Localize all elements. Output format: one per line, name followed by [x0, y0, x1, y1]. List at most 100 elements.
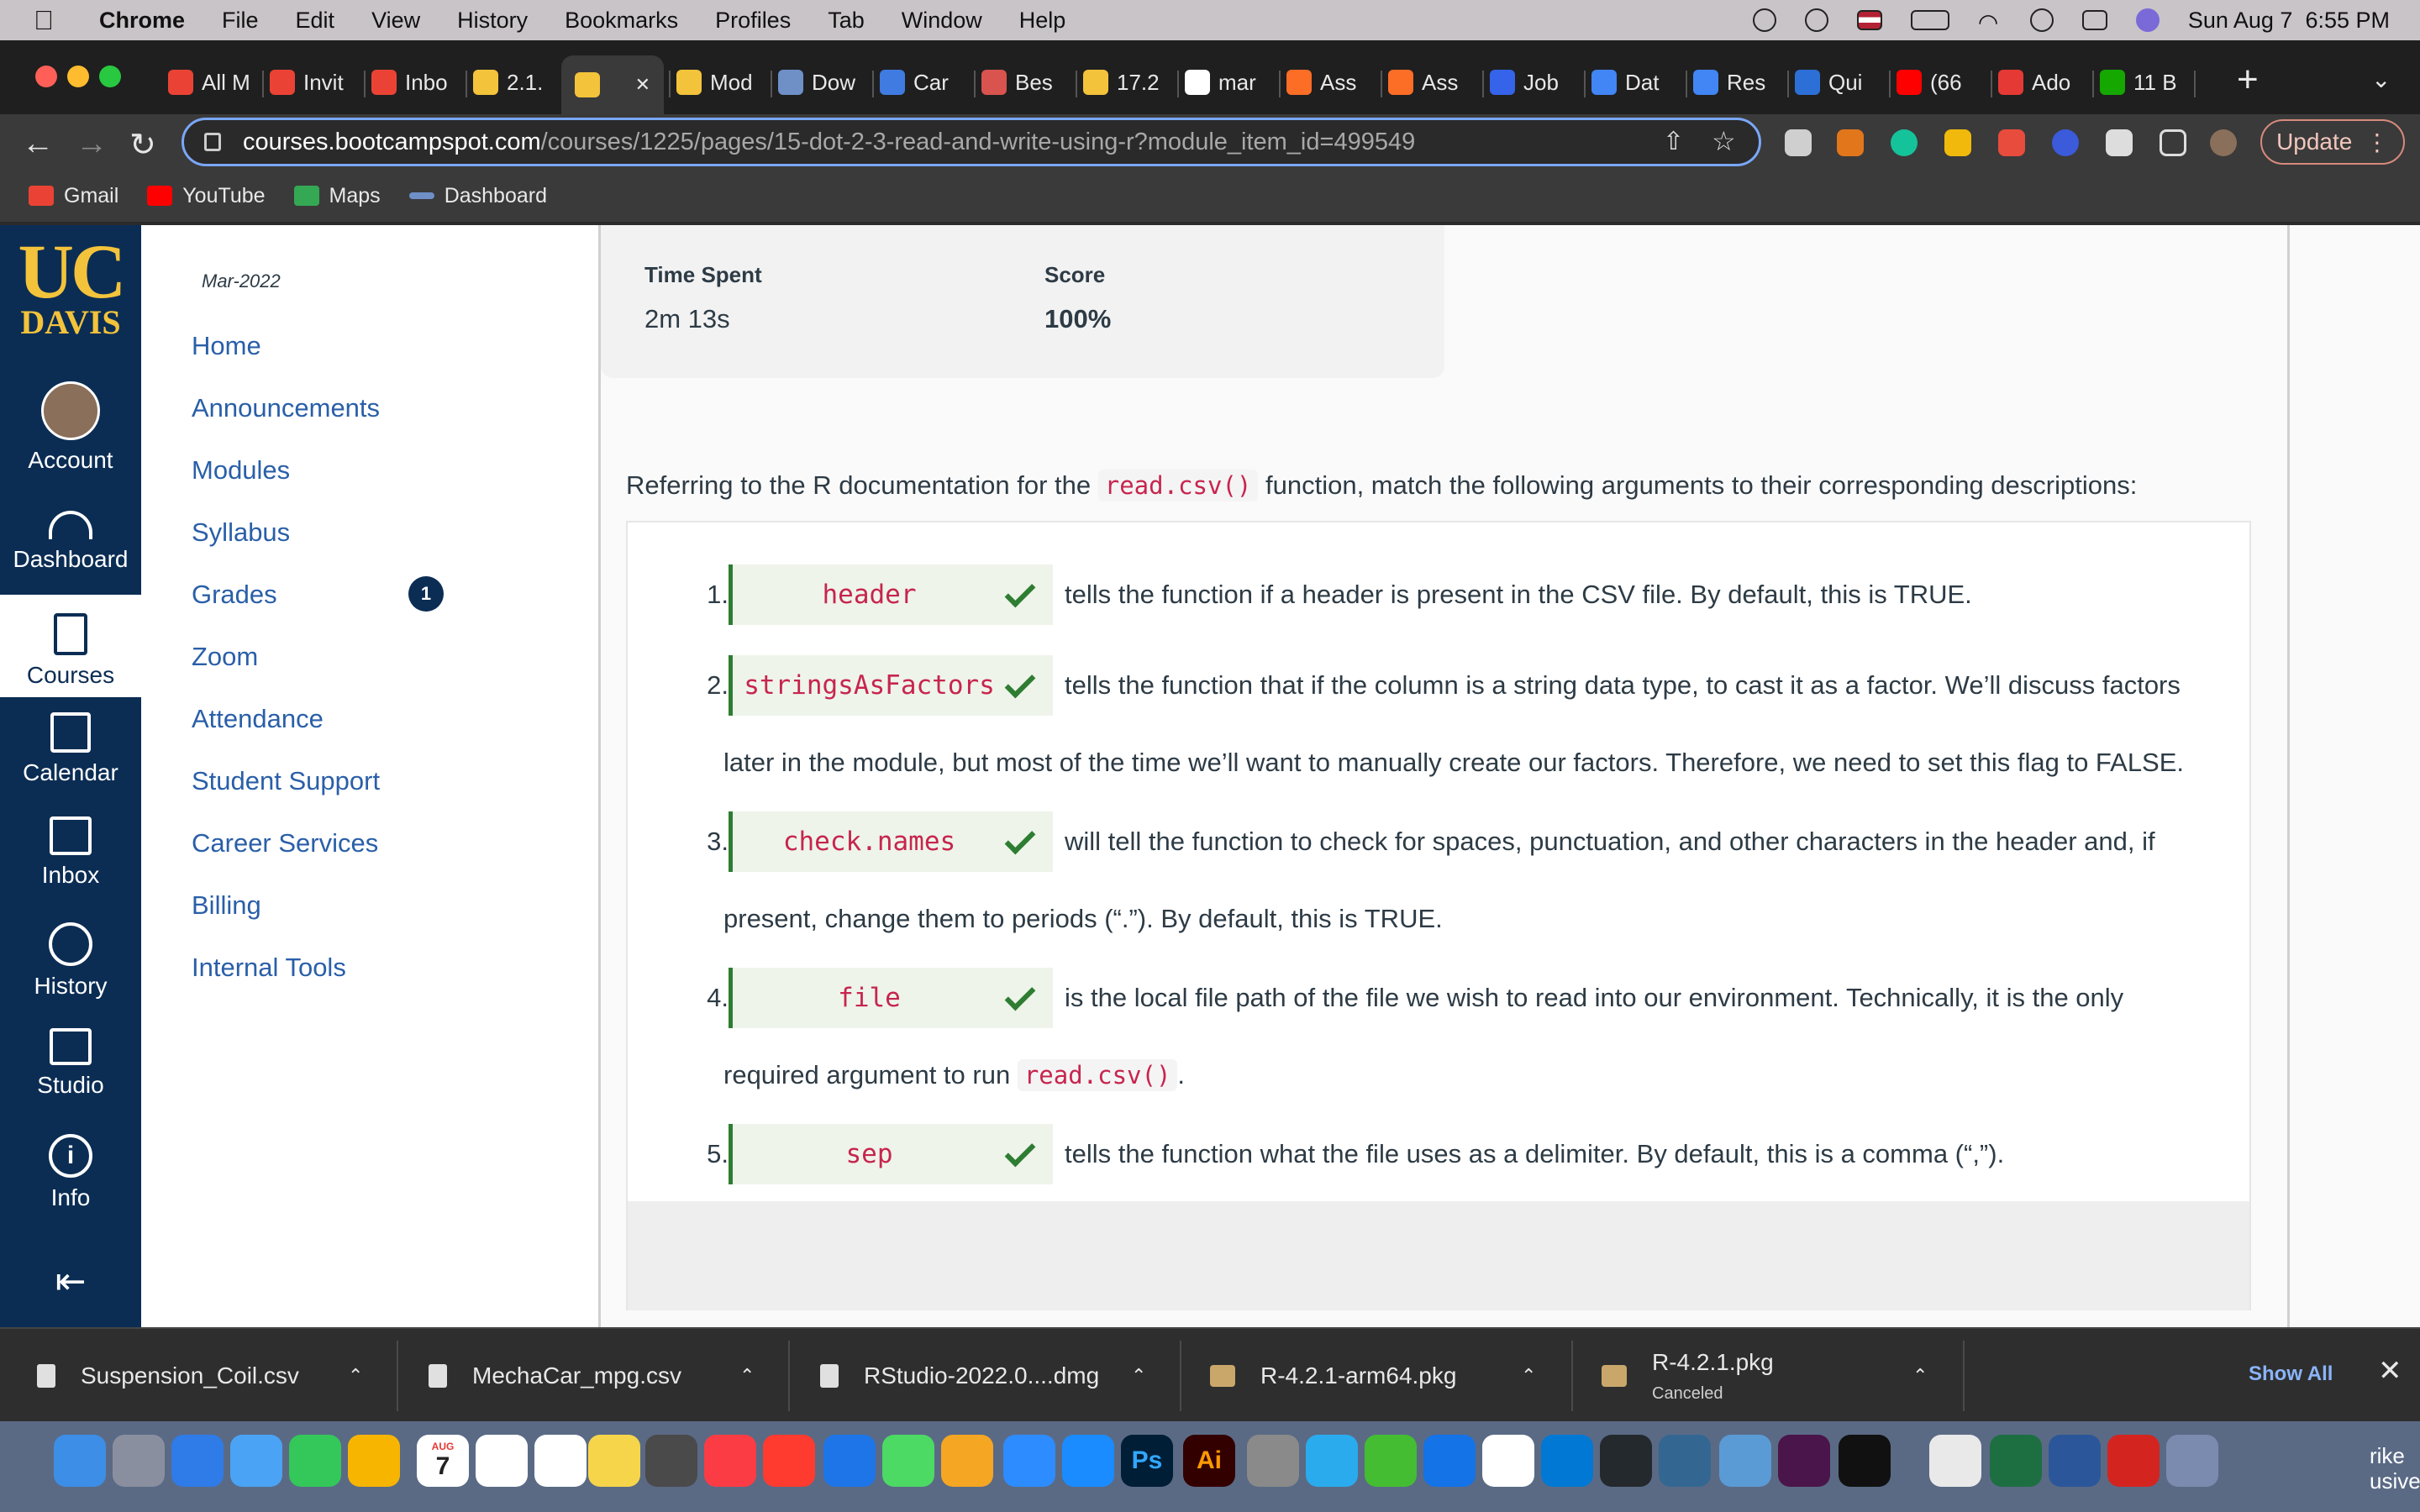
menubar-datetime[interactable]: Sun Aug 7 6:55 PM: [2188, 8, 2390, 34]
update-button[interactable]: Update ⋮: [2260, 119, 2405, 165]
signal-icon[interactable]: [1423, 1435, 1476, 1487]
excel-icon[interactable]: [1990, 1435, 2042, 1487]
minimize-window-icon[interactable]: [67, 66, 89, 87]
browser-tab[interactable]: Dat: [1591, 64, 1676, 101]
numbers-icon[interactable]: [882, 1435, 934, 1487]
play-icon[interactable]: [1804, 8, 1828, 32]
download-item[interactable]: Suspension_Coil.csv ⌃: [37, 1329, 373, 1423]
browser-tab[interactable]: 11 B: [2100, 64, 2184, 101]
bookmark-gmail[interactable]: Gmail: [29, 184, 118, 208]
grammarly-icon[interactable]: [1891, 129, 1918, 156]
chevron-up-icon[interactable]: ⌃: [1521, 1365, 1536, 1387]
extension-puzzle-gray-icon[interactable]: [1785, 129, 1812, 156]
reminders-icon[interactable]: [476, 1435, 528, 1487]
siri-icon[interactable]: [2135, 8, 2160, 32]
r-app-icon[interactable]: [2166, 1435, 2218, 1487]
menu-bookmarks[interactable]: Bookmarks: [565, 8, 678, 34]
github-desktop-icon[interactable]: [1600, 1435, 1652, 1487]
forward-arrow-icon[interactable]: →: [76, 126, 108, 162]
global-nav-studio[interactable]: Studio: [0, 1028, 141, 1099]
global-nav-account[interactable]: Account: [0, 381, 141, 473]
browser-tab[interactable]: Ado: [1998, 64, 2082, 101]
course-nav-student-support[interactable]: Student Support: [192, 766, 380, 796]
download-item[interactable]: R-4.2.1-arm64.pkg ⌃: [1210, 1329, 1546, 1423]
global-nav-dashboard[interactable]: Dashboard: [0, 511, 141, 573]
close-downloads-icon[interactable]: ✕: [2378, 1354, 2402, 1388]
answer-chip[interactable]: stringsAsFactors: [729, 655, 1053, 716]
course-nav-announcements[interactable]: Announcements: [192, 393, 380, 423]
browser-tab[interactable]: Res: [1693, 64, 1777, 101]
system-preferences-icon[interactable]: [1247, 1435, 1299, 1487]
tab-search-chevron-icon[interactable]: ⌄: [2371, 66, 2391, 93]
textedit-icon[interactable]: [1482, 1435, 1534, 1487]
music-icon[interactable]: [704, 1435, 756, 1487]
share-icon[interactable]: ⇧: [1663, 127, 1684, 156]
profile-avatar[interactable]: [2210, 129, 2237, 156]
network-icon[interactable]: [1719, 1435, 1771, 1487]
calculator-icon[interactable]: [645, 1435, 697, 1487]
browser-tab[interactable]: Bes: [981, 64, 1065, 101]
browser-tab[interactable]: Inbo: [371, 64, 455, 101]
browser-tab[interactable]: ✕: [561, 55, 664, 114]
close-window-icon[interactable]: [35, 66, 57, 87]
word-icon[interactable]: [2049, 1435, 2101, 1487]
browser-tab[interactable]: Ass: [1286, 64, 1370, 101]
postgres-icon[interactable]: [1659, 1435, 1711, 1487]
global-nav-inbox[interactable]: Inbox: [0, 816, 141, 889]
show-all-downloads-button[interactable]: Show All: [2249, 1362, 2333, 1386]
answer-chip[interactable]: header: [729, 564, 1053, 625]
zoom-icon[interactable]: [1003, 1435, 1055, 1487]
wifi-icon[interactable]: ◠: [1978, 8, 2002, 35]
circle-extension-icon[interactable]: [2052, 129, 2079, 156]
course-nav-syllabus[interactable]: Syllabus: [192, 517, 290, 548]
apple-icon[interactable]: : [34, 5, 71, 36]
uc-davis-logo[interactable]: UC DAVIS: [0, 233, 141, 339]
chevron-up-icon[interactable]: ⌃: [1912, 1365, 1928, 1387]
browser-tab[interactable]: mar: [1185, 64, 1269, 101]
global-nav-courses[interactable]: Courses: [0, 595, 141, 697]
metamask-icon[interactable]: [1837, 129, 1864, 156]
finder-icon[interactable]: [54, 1435, 106, 1487]
course-nav-internal-tools[interactable]: Internal Tools: [192, 953, 346, 983]
answer-chip[interactable]: sep: [729, 1124, 1053, 1184]
calendar-app-icon[interactable]: AUG 7: [417, 1435, 469, 1487]
global-nav-info[interactable]: i Info: [0, 1134, 141, 1211]
app-store-icon[interactable]: [1062, 1435, 1114, 1487]
stickies-icon[interactable]: [588, 1435, 640, 1487]
browser-tab[interactable]: Dow: [778, 64, 862, 101]
browser-tab[interactable]: Invit: [270, 64, 354, 101]
global-nav-history[interactable]: History: [0, 922, 141, 1000]
battery-icon[interactable]: [1910, 10, 1949, 30]
safari-icon[interactable]: [171, 1435, 224, 1487]
browser-tab[interactable]: Qui: [1795, 64, 1879, 101]
download-item[interactable]: RStudio-2022.0....dmg ⌃: [820, 1329, 1156, 1423]
lock-icon[interactable]: [204, 133, 221, 151]
menu-tab[interactable]: Tab: [828, 8, 865, 34]
bookmark-maps[interactable]: Maps: [293, 184, 381, 208]
side-panel-icon[interactable]: [2160, 129, 2186, 156]
course-nav-career-services[interactable]: Career Services: [192, 828, 378, 858]
messages-icon[interactable]: [289, 1435, 341, 1487]
vscode-icon[interactable]: [1541, 1435, 1593, 1487]
acrobat-icon[interactable]: [2107, 1435, 2160, 1487]
menu-history[interactable]: History: [457, 8, 528, 34]
pro-extension-icon[interactable]: [1998, 129, 2025, 156]
browser-tab[interactable]: 2.1.: [473, 64, 557, 101]
course-nav-grades[interactable]: Grades: [192, 580, 277, 610]
binance-icon[interactable]: [1944, 129, 1971, 156]
download-item[interactable]: R-4.2.1.pkg Canceled ⌃: [1602, 1329, 1938, 1423]
chevron-up-icon[interactable]: ⌃: [348, 1365, 363, 1387]
browser-tab[interactable]: (66: [1897, 64, 1981, 101]
course-nav-zoom[interactable]: Zoom: [192, 642, 258, 672]
browser-tab[interactable]: Car: [880, 64, 964, 101]
perplexity-icon[interactable]: [1365, 1435, 1417, 1487]
menu-window[interactable]: Window: [902, 8, 982, 34]
browser-tab[interactable]: Mod: [676, 64, 760, 101]
keynote-icon[interactable]: [823, 1435, 876, 1487]
illustrator-icon[interactable]: Ai: [1183, 1435, 1235, 1487]
menu-help[interactable]: Help: [1019, 8, 1066, 34]
new-tab-icon[interactable]: +: [2237, 59, 2259, 101]
bookmark-star-icon[interactable]: ☆: [1712, 125, 1736, 157]
terminal-icon[interactable]: [1839, 1435, 1891, 1487]
flag-us-icon[interactable]: [1856, 10, 1882, 30]
